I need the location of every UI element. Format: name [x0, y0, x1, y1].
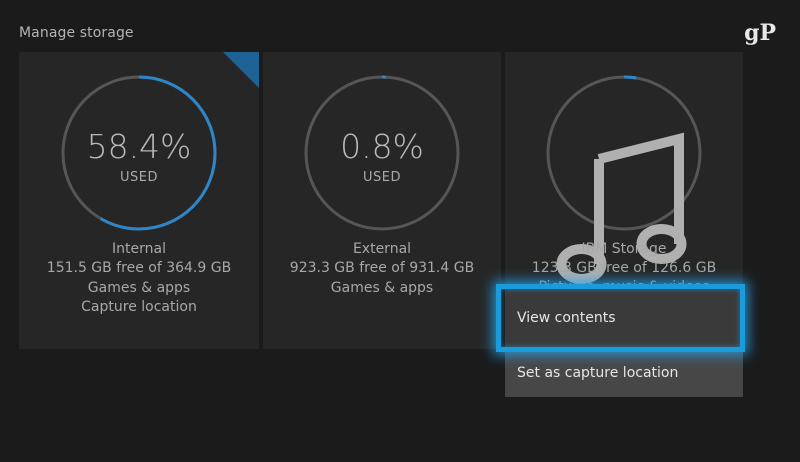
usage-label: USED	[120, 170, 158, 185]
page-title: Manage storage	[19, 25, 134, 41]
storage-info: IBM Storage 123.3 GB free of 126.6 GB	[505, 240, 743, 279]
storage-content-type: Games & apps	[87, 279, 191, 296]
storage-free: 923.3 GB free of 931.4 GB	[289, 260, 475, 277]
usage-label: USED	[363, 170, 401, 185]
site-logo: gP	[744, 20, 776, 46]
menu-item-view-contents[interactable]: View contents	[505, 289, 743, 347]
storage-name: IBM Storage	[581, 241, 667, 257]
storage-capture-location: Capture location	[81, 298, 197, 315]
storage-tile-internal[interactable]: 58.4% USED Internal 151.5 GB free of 364…	[19, 52, 259, 349]
usage-ring: 0.8% USED	[302, 73, 462, 233]
storage-info: External 923.3 GB free of 931.4 GB Games…	[263, 240, 501, 298]
storage-free: 151.5 GB free of 364.9 GB	[46, 260, 232, 277]
storage-content-type: Games & apps	[330, 279, 434, 296]
selected-corner-indicator	[223, 52, 259, 88]
storage-free: 123.3 GB free of 126.6 GB	[531, 260, 717, 277]
usage-percent: 0.8%	[340, 127, 424, 166]
usage-ring: 58.4% USED	[59, 73, 219, 233]
context-menu: View contents Set as capture location	[505, 289, 743, 397]
storage-info: Internal 151.5 GB free of 364.9 GB Games…	[19, 240, 259, 317]
storage-name: External	[352, 241, 412, 257]
menu-item-set-capture-location[interactable]: Set as capture location	[505, 356, 743, 390]
usage-percent: 58.4%	[86, 127, 192, 166]
storage-tile-external[interactable]: 0.8% USED External 923.3 GB free of 931.…	[263, 52, 501, 349]
usage-ring	[544, 73, 704, 284]
storage-name: Internal	[112, 241, 166, 257]
